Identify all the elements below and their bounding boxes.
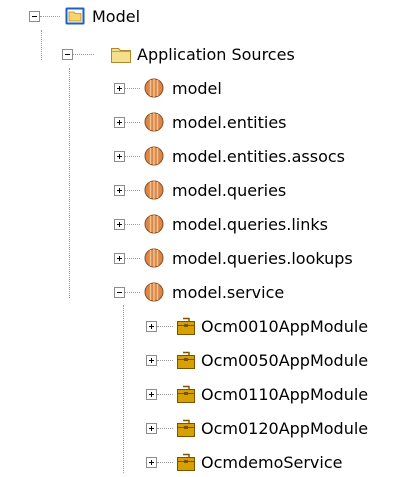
tree-node-package-model[interactable]: model — [0, 72, 418, 106]
application-module-icon — [175, 349, 197, 371]
tree-node-label: model.queries — [172, 181, 287, 200]
collapse-toggle-icon[interactable] — [114, 287, 125, 298]
tree-node-label: model.service — [172, 283, 285, 302]
tree-node-label: Application Sources — [137, 45, 295, 64]
tree-connector-line — [157, 394, 173, 395]
tree-node-app-module-ocm0010[interactable]: Ocm0010AppModule — [0, 310, 418, 344]
tree-connector-line — [157, 462, 173, 463]
tree-connector-line — [157, 428, 173, 429]
application-module-icon — [175, 417, 197, 439]
tree-node-model-project[interactable]: Model — [0, 0, 418, 34]
project-tree: Model Application Sources model model.en… — [0, 0, 418, 476]
package-icon — [143, 247, 165, 269]
tree-node-label: OcmdemoService — [201, 453, 343, 472]
tree-node-app-module-ocm0120[interactable]: Ocm0120AppModule — [0, 412, 418, 446]
expand-toggle-icon[interactable] — [114, 185, 125, 196]
package-icon — [143, 179, 165, 201]
expand-toggle-icon[interactable] — [146, 423, 157, 434]
expand-toggle-icon[interactable] — [146, 321, 157, 332]
tree-node-label: Ocm0110AppModule — [201, 385, 369, 404]
expand-toggle-icon[interactable] — [146, 389, 157, 400]
expand-toggle-icon[interactable] — [114, 83, 125, 94]
expand-toggle-icon[interactable] — [114, 117, 125, 128]
tree-node-label: model.queries.links — [172, 215, 328, 234]
tree-node-label: model.entities.assocs — [172, 147, 345, 166]
folder-icon — [110, 43, 132, 65]
tree-connector-line — [125, 190, 140, 191]
package-icon — [143, 111, 165, 133]
tree-node-package-model-entities[interactable]: model.entities — [0, 106, 418, 140]
tree-node-package-model-queries-links[interactable]: model.queries.links — [0, 208, 418, 242]
expand-toggle-icon[interactable] — [114, 151, 125, 162]
tree-connector-line — [125, 122, 140, 123]
tree-connector-line — [73, 54, 94, 55]
tree-node-label: Ocm0050AppModule — [201, 351, 369, 370]
tree-connector-line — [40, 16, 60, 17]
tree-node-label: Ocm0120AppModule — [201, 419, 369, 438]
application-module-icon — [175, 451, 197, 473]
expand-toggle-icon[interactable] — [114, 253, 125, 264]
tree-node-package-model-entities-assocs[interactable]: model.entities.assocs — [0, 140, 418, 174]
collapse-toggle-icon[interactable] — [29, 11, 40, 22]
tree-connector-line — [125, 258, 140, 259]
tree-node-label: model.entities — [172, 113, 287, 132]
expand-toggle-icon[interactable] — [146, 457, 157, 468]
package-icon — [143, 213, 165, 235]
tree-connector-line — [125, 88, 140, 89]
package-icon — [143, 281, 165, 303]
tree-node-label: Ocm0010AppModule — [201, 317, 369, 336]
tree-connector-line — [125, 292, 140, 293]
tree-node-label: model.queries.lookups — [172, 249, 353, 268]
application-module-icon — [175, 383, 197, 405]
tree-node-label: Model — [92, 7, 141, 26]
package-icon — [143, 77, 165, 99]
expand-toggle-icon[interactable] — [114, 219, 125, 230]
tree-node-app-module-ocm0110[interactable]: Ocm0110AppModule — [0, 378, 418, 412]
tree-node-package-model-service[interactable]: model.service — [0, 276, 418, 310]
tree-node-package-model-queries[interactable]: model.queries — [0, 174, 418, 208]
tree-connector-line — [125, 224, 140, 225]
expand-toggle-icon[interactable] — [146, 355, 157, 366]
project-folder-icon — [64, 5, 86, 27]
tree-node-application-sources[interactable]: Application Sources — [0, 38, 418, 72]
tree-node-app-module-ocm0050[interactable]: Ocm0050AppModule — [0, 344, 418, 378]
collapse-toggle-icon[interactable] — [62, 49, 73, 60]
tree-connector-line — [157, 360, 173, 361]
tree-node-app-module-ocmdemo-service[interactable]: OcmdemoService — [0, 446, 418, 476]
tree-node-label: model — [172, 79, 222, 98]
tree-connector-line — [125, 156, 140, 157]
package-icon — [143, 145, 165, 167]
tree-connector-line — [157, 326, 173, 327]
application-module-icon — [175, 315, 197, 337]
tree-node-package-model-queries-lookups[interactable]: model.queries.lookups — [0, 242, 418, 276]
